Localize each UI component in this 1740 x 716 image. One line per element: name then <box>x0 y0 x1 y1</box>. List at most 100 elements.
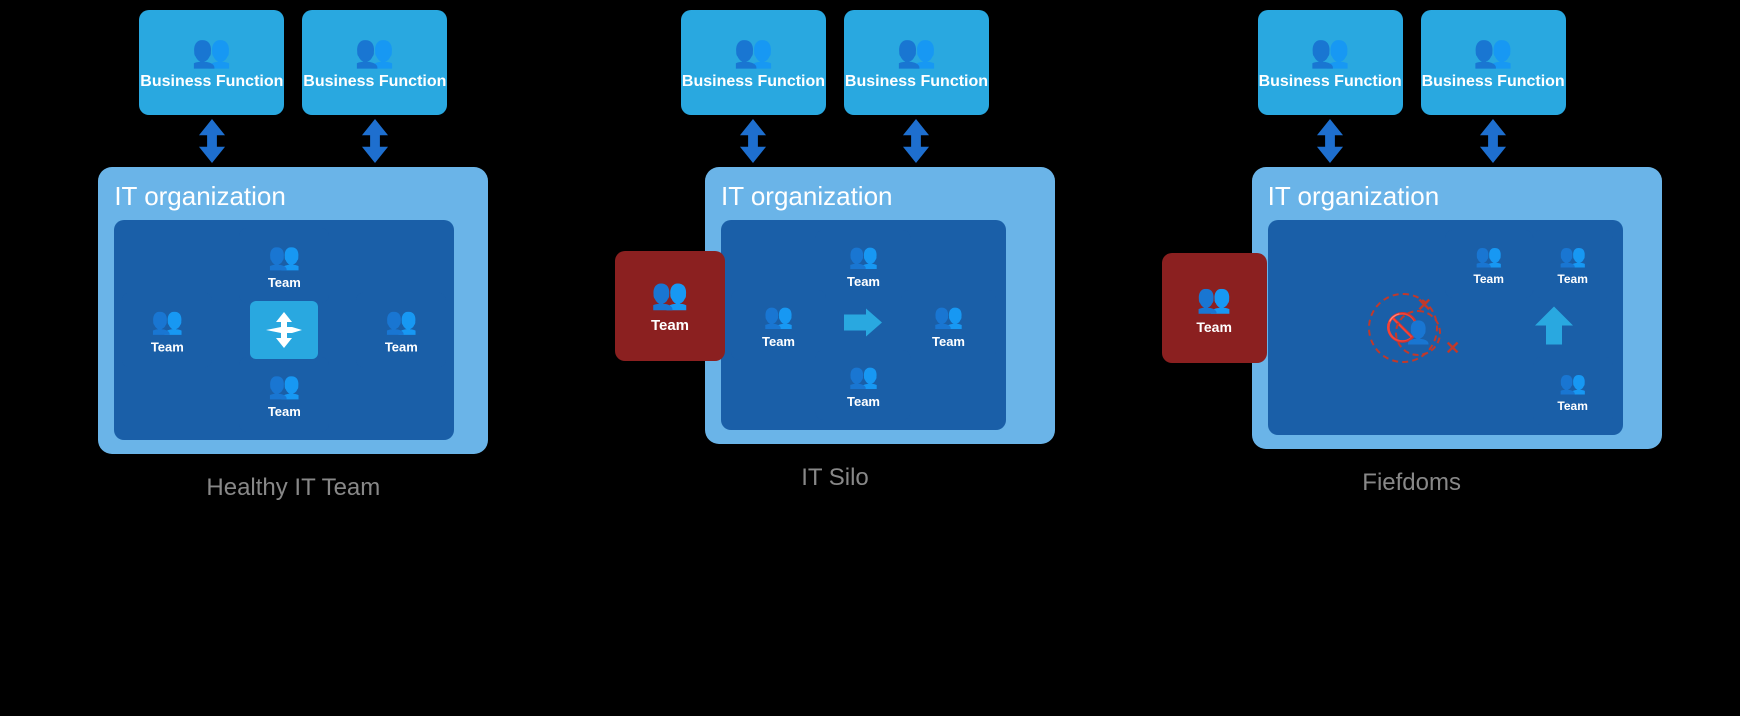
fiefdoms-people-icon-1: 👥 <box>1310 35 1350 67</box>
silo-arrow-1 <box>681 119 826 163</box>
healthy-label: Healthy IT Team <box>206 474 380 502</box>
fiefdoms-arrows <box>1258 119 1566 163</box>
fiefdoms-red-team: 👥 Team <box>1162 253 1267 363</box>
fiefdoms-label: Fiefdoms <box>1362 469 1461 497</box>
team-bottom-icon: 👥 <box>268 370 300 401</box>
healthy-inner-grid: 👥 Team 👥 Team 👥 Team 👥 Team <box>114 220 454 440</box>
people-icon-1: 👥 <box>192 35 232 67</box>
fiefdoms-inner-area: 🚫 👥 Team 👥 Team <box>1268 220 1623 435</box>
main-container: 👥 Business Function 👥 Business Function <box>0 0 1740 716</box>
healthy-team-top: 👥 Team <box>239 228 329 303</box>
silo-team-top-icon: 👥 <box>849 242 879 271</box>
healthy-arrow-2 <box>302 119 447 163</box>
silo-red-team-label: Team <box>651 317 689 334</box>
fiefdoms-double-arrow-1 <box>1308 119 1352 163</box>
people-icon-2: 👥 <box>355 35 395 67</box>
silo-team-top: 👥 Team <box>816 230 911 300</box>
fiefdoms-up-arrow-icon <box>1535 306 1573 344</box>
fiefdoms-team-top-icon: 👥 <box>1475 243 1502 269</box>
silo-team-left-icon: 👥 <box>764 302 794 331</box>
fiefdoms-bf-2-label: Business Function <box>1422 73 1565 91</box>
double-arrow-icon-2 <box>353 119 397 163</box>
silo-team-right: 👥 Team <box>901 290 996 360</box>
healthy-arrow-1 <box>139 119 284 163</box>
silo-arrow-2 <box>844 119 989 163</box>
fiefdoms-org-title: IT organization <box>1268 181 1440 212</box>
silo-scenario: 👥 Business Function 👥 Business Function <box>565 10 1105 492</box>
crosshair-arrow-icon <box>264 310 304 350</box>
fiefdoms-scenario: 👥 Business Function 👥 Business Function <box>1122 10 1702 497</box>
healthy-bf-2-label: Business Function <box>303 73 446 91</box>
healthy-team-left-label: Team <box>151 340 184 355</box>
silo-red-team-icon: 👥 <box>651 277 688 312</box>
silo-people-icon-1: 👥 <box>734 35 774 67</box>
silo-team-top-label: Team <box>847 274 880 289</box>
healthy-team-top-label: Team <box>268 275 301 290</box>
silo-people-icon-2: 👥 <box>897 35 937 67</box>
fiefdoms-red-team-icon: 👥 <box>1197 282 1232 315</box>
fiefdoms-arrow-2 <box>1421 119 1566 163</box>
fiefdoms-bf-2: 👥 Business Function <box>1421 10 1566 115</box>
right-arrow-icon <box>844 309 882 337</box>
fiefdoms-it-org: IT organization 🚫 👥 Team <box>1252 167 1662 449</box>
silo-red-team: 👥 Team <box>615 251 725 361</box>
fiefdoms-team-right-top-icon: 👥 <box>1559 243 1586 269</box>
silo-center-arrow <box>844 309 882 342</box>
silo-bf-2-label: Business Function <box>845 73 988 91</box>
healthy-arrows <box>139 119 447 163</box>
healthy-bf-1: 👥 Business Function <box>139 10 284 115</box>
fiefdoms-team-right-bottom: 👥 Team <box>1533 357 1613 425</box>
fiefdoms-team-right-bottom-label: Team <box>1557 399 1587 413</box>
silo-inner-area: 👥 Team 👥 Team <box>721 220 1006 430</box>
healthy-it-org: IT organization 👥 Team 👥 Team 👥 Team <box>98 167 488 454</box>
healthy-team-bottom: 👥 Team <box>239 357 329 432</box>
fiefdoms-people-icon-2: 👥 <box>1473 35 1513 67</box>
healthy-team-right: 👥 Team <box>356 293 446 368</box>
move-icon <box>250 301 318 359</box>
healthy-org-title: IT organization <box>114 181 286 212</box>
healthy-business-functions: 👥 Business Function 👥 Business Function <box>139 10 447 115</box>
silo-team-bottom-icon: 👥 <box>849 362 879 391</box>
silo-team-right-label: Team <box>932 334 965 349</box>
silo-team-bottom: 👥 Team <box>816 350 911 420</box>
silo-arrows <box>681 119 989 163</box>
fiefdoms-x-2: ✕ <box>1445 338 1460 359</box>
fiefdoms-person-icon: 👤 <box>1405 320 1432 346</box>
fiefdoms-org-wrapper: 👥 Team IT organization 🚫 <box>1162 167 1662 449</box>
fiefdoms-team-right-bottom-icon: 👥 <box>1559 370 1586 396</box>
fiefdoms-team-top-label: Team <box>1473 272 1503 286</box>
fiefdoms-team-right-top: 👥 Team <box>1533 230 1613 298</box>
team-top-icon: 👥 <box>268 241 300 272</box>
silo-team-left: 👥 Team <box>731 290 826 360</box>
healthy-scenario: 👥 Business Function 👥 Business Function <box>38 10 548 502</box>
silo-team-left-label: Team <box>762 334 795 349</box>
silo-double-arrow-1 <box>731 119 775 163</box>
fiefdoms-red-team-label: Team <box>1196 319 1232 335</box>
silo-business-functions: 👥 Business Function 👥 Business Function <box>681 10 989 115</box>
fiefdoms-business-functions: 👥 Business Function 👥 Business Function <box>1258 10 1566 115</box>
silo-bf-2: 👥 Business Function <box>844 10 989 115</box>
fiefdoms-center-arrow <box>1535 306 1573 349</box>
healthy-team-left: 👥 Team <box>122 293 212 368</box>
silo-org-wrapper: 👥 Team IT organization 👥 Team 👥 Team <box>615 167 1055 444</box>
silo-bf-1-label: Business Function <box>682 73 825 91</box>
healthy-team-right-label: Team <box>385 340 418 355</box>
team-left-icon: 👥 <box>151 306 183 337</box>
silo-team-bottom-label: Team <box>847 394 880 409</box>
healthy-bf-2: 👥 Business Function <box>302 10 447 115</box>
silo-double-arrow-2 <box>894 119 938 163</box>
fiefdoms-team-top: 👥 Team <box>1445 230 1533 298</box>
team-right-icon: 👥 <box>385 306 417 337</box>
fiefdoms-arrow-1 <box>1258 119 1403 163</box>
silo-label: IT Silo <box>801 464 869 492</box>
healthy-bf-1-label: Business Function <box>140 73 283 91</box>
fiefdoms-team-right-top-label: Team <box>1557 272 1587 286</box>
double-arrow-icon-1 <box>190 119 234 163</box>
silo-org-title: IT organization <box>721 181 893 212</box>
fiefdoms-bf-1: 👥 Business Function <box>1258 10 1403 115</box>
fiefdoms-double-arrow-2 <box>1471 119 1515 163</box>
healthy-team-bottom-label: Team <box>268 404 301 419</box>
silo-team-right-icon: 👥 <box>934 302 964 331</box>
silo-it-org: IT organization 👥 Team 👥 Team <box>705 167 1055 444</box>
fiefdoms-bf-1-label: Business Function <box>1259 73 1402 91</box>
